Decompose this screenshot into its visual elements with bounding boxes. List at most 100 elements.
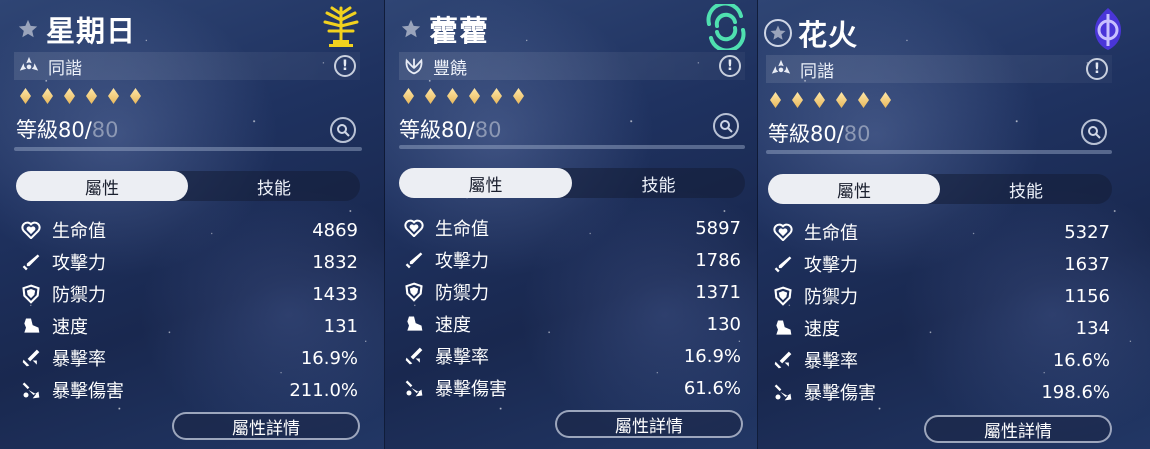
- attribute-details-button[interactable]: 屬性詳情: [172, 412, 360, 440]
- spd-boot-icon: [403, 313, 425, 335]
- level-value: 80/: [58, 118, 92, 142]
- tab-attributes[interactable]: 屬性: [16, 171, 188, 201]
- stat-row-hp: 生命值 5327: [772, 216, 1110, 248]
- crit-rate-icon: [403, 345, 425, 367]
- stat-row-spd: 速度 130: [403, 308, 741, 340]
- stat-row-spd: 速度 134: [772, 312, 1110, 344]
- level-label: 等級: [399, 118, 441, 142]
- level-row: 等級 80/ 80: [768, 118, 871, 152]
- character-card-1: 藿藿 豐饒 ! 等級 80/ 80 屬性 技能 生命值 5897 攻擊力 178…: [385, 0, 758, 449]
- stat-label: 暴擊傷害: [435, 379, 507, 400]
- stat-value: 1786: [695, 249, 741, 271]
- harmony-path-icon: [768, 58, 794, 80]
- tab-skills[interactable]: 技能: [572, 168, 745, 198]
- tab-skills[interactable]: 技能: [188, 171, 360, 201]
- tab-skills[interactable]: 技能: [940, 174, 1112, 204]
- card-header: 星期日: [16, 8, 136, 50]
- stat-label: 暴擊率: [435, 347, 489, 368]
- tab-bar: 屬性 技能: [16, 171, 360, 201]
- rarity-star-icon: [513, 88, 524, 104]
- stat-value: 61.6%: [683, 377, 741, 399]
- attribute-details-button[interactable]: 屬性詳情: [924, 415, 1112, 443]
- level-row: 等級 80/ 80: [399, 114, 502, 148]
- level-max: 80: [91, 118, 119, 142]
- stat-row-def: 防禦力 1371: [403, 276, 741, 308]
- atk-sword-icon: [20, 251, 42, 273]
- level-max: 80: [474, 118, 502, 142]
- zoom-icon[interactable]: [330, 117, 356, 143]
- character-name: 花火: [798, 18, 859, 52]
- def-shield-icon: [772, 285, 794, 307]
- stat-row-crit-dmg: 暴擊傷害 211.0%: [20, 374, 358, 406]
- rarity-star-icon: [447, 88, 458, 104]
- quantum-element-icon: [1085, 6, 1131, 52]
- hp-heart-icon: [20, 219, 42, 241]
- tab-attributes[interactable]: 屬性: [399, 168, 572, 198]
- path-name: 同諧: [800, 61, 834, 82]
- rarity-star-icon: [814, 92, 825, 108]
- stat-label: 生命值: [804, 223, 858, 244]
- stat-label: 防禦力: [804, 287, 858, 308]
- stat-value: 1433: [312, 283, 358, 305]
- favorite-star-icon[interactable]: [764, 19, 792, 47]
- rarity-star-icon: [858, 92, 869, 108]
- card-header: 花火: [764, 12, 858, 54]
- stat-label: 速度: [804, 319, 840, 340]
- path-name: 豐饒: [433, 58, 467, 79]
- stat-value: 16.6%: [1052, 349, 1110, 371]
- tab-attributes[interactable]: 屬性: [768, 174, 940, 204]
- abundance-path-icon: [401, 55, 427, 77]
- info-icon[interactable]: !: [1086, 58, 1108, 80]
- stat-label: 速度: [52, 317, 88, 338]
- level-label: 等級: [768, 122, 810, 146]
- stats-list: 生命值 5897 攻擊力 1786 防禦力 1371 速度 130 暴擊率 16…: [403, 212, 741, 404]
- rarity-star-icon: [130, 88, 141, 104]
- stat-value: 1637: [1064, 253, 1110, 275]
- favorite-star-icon[interactable]: [16, 17, 40, 41]
- rarity-star-icon: [880, 92, 891, 108]
- rarity-star-icon: [403, 88, 414, 104]
- stat-value: 1156: [1064, 285, 1110, 307]
- attribute-details-button[interactable]: 屬性詳情: [555, 410, 743, 438]
- level-row: 等級 80/ 80: [16, 114, 119, 148]
- rarity-star-icon: [770, 92, 781, 108]
- harmony-path-icon: [16, 55, 42, 77]
- character-card-0: 星期日 同諧 ! 等級 80/ 80 屬性 技能 生命值 4869 攻擊力 18…: [0, 0, 385, 449]
- rarity-stars: [403, 88, 535, 104]
- zoom-icon[interactable]: [1081, 119, 1107, 145]
- zoom-icon[interactable]: [713, 113, 739, 139]
- stat-row-atk: 攻擊力 1786: [403, 244, 741, 276]
- favorite-star-icon[interactable]: [399, 17, 423, 41]
- stat-row-crit-dmg: 暴擊傷害 61.6%: [403, 372, 741, 404]
- rarity-star-icon: [836, 92, 847, 108]
- crit-rate-icon: [20, 347, 42, 369]
- stat-row-spd: 速度 131: [20, 310, 358, 342]
- atk-sword-icon: [403, 249, 425, 271]
- stat-label: 速度: [435, 315, 471, 336]
- stat-value: 16.9%: [683, 345, 741, 367]
- rarity-star-icon: [491, 88, 502, 104]
- path-row: 同諧 !: [14, 52, 360, 80]
- level-progress-bar: [399, 145, 745, 149]
- level-value: 80/: [810, 122, 844, 146]
- stat-value: 134: [1075, 317, 1110, 339]
- stat-value: 1371: [695, 281, 741, 303]
- stat-label: 防禦力: [435, 283, 489, 304]
- info-icon[interactable]: !: [719, 55, 741, 77]
- level-label: 等級: [16, 118, 58, 142]
- stat-row-crit-dmg: 暴擊傷害 198.6%: [772, 376, 1110, 408]
- tab-bar: 屬性 技能: [768, 174, 1112, 204]
- spd-boot-icon: [20, 315, 42, 337]
- stat-value: 131: [323, 315, 358, 337]
- stat-label: 攻擊力: [804, 255, 858, 276]
- hp-heart-icon: [403, 217, 425, 239]
- spd-boot-icon: [772, 317, 794, 339]
- stat-label: 生命值: [435, 219, 489, 240]
- info-icon[interactable]: !: [334, 55, 356, 77]
- path-row: 同諧 !: [766, 55, 1112, 83]
- rarity-star-icon: [86, 88, 97, 104]
- level-value: 80/: [441, 118, 475, 142]
- atk-sword-icon: [772, 253, 794, 275]
- hp-heart-icon: [772, 221, 794, 243]
- rarity-stars: [770, 92, 902, 108]
